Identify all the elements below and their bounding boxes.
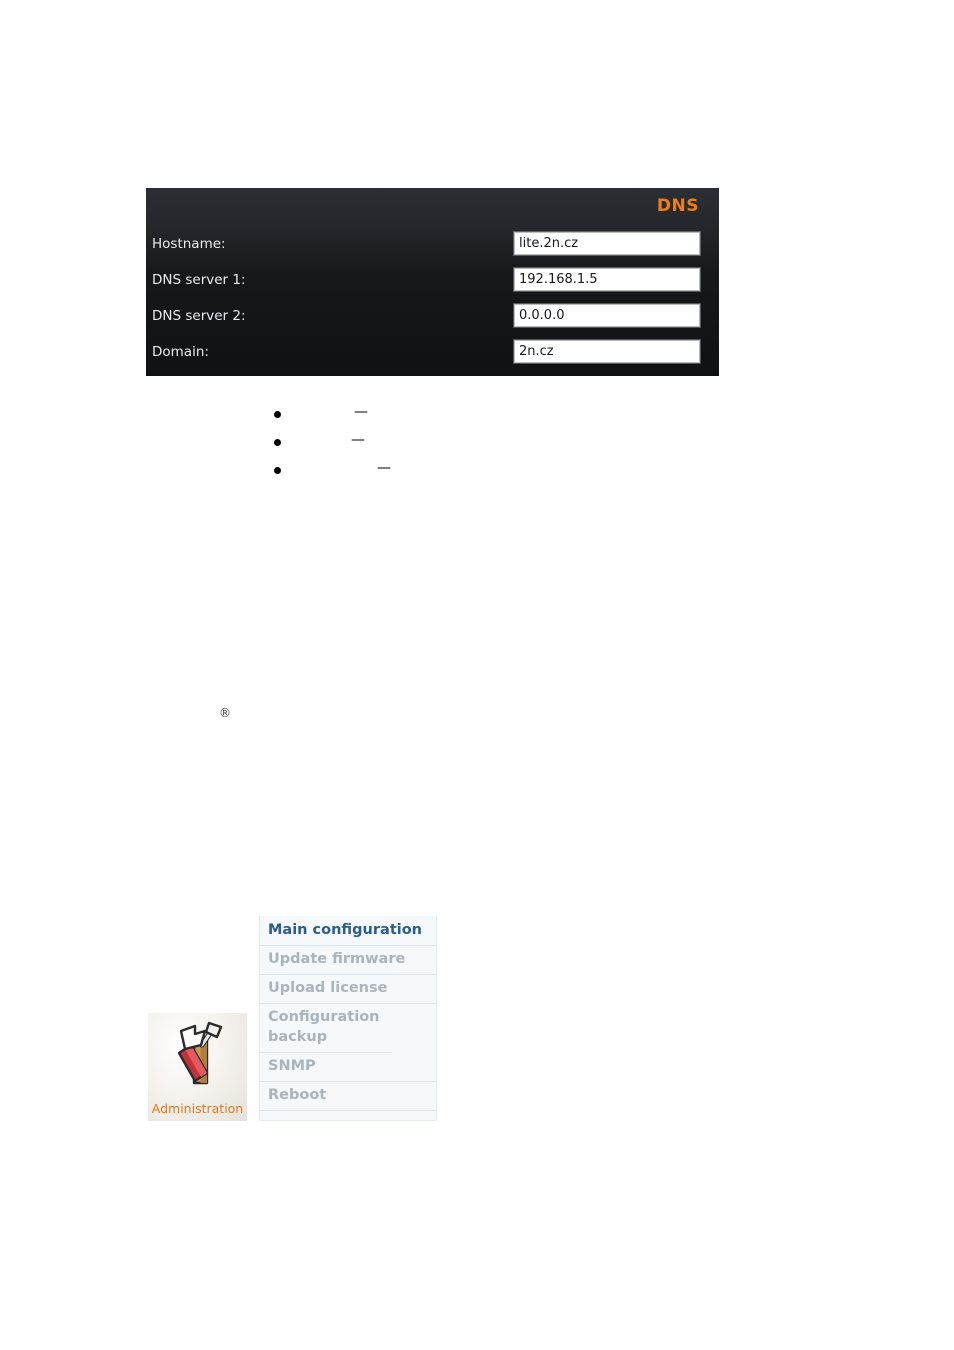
menu-item-upload-license[interactable]: Upload license — [260, 975, 436, 1005]
dns-row-dns-server-2: DNS server 2: 0.0.0.0 — [146, 302, 719, 338]
dns-server-1-input[interactable]: 192.168.1.5 — [514, 268, 700, 291]
dns-server-2-input[interactable]: 0.0.0.0 — [514, 304, 700, 327]
dns-row-hostname: Hostname: lite.2n.cz — [146, 230, 719, 266]
list-item-text: — — [354, 404, 368, 420]
bullet-dot-icon — [274, 411, 281, 418]
dns-panel-title: DNS — [656, 196, 699, 216]
domain-input[interactable]: 2n.cz — [514, 340, 700, 363]
menu-item-main-configuration[interactable]: Main configuration — [260, 916, 436, 947]
bullet-list: — — — — [258, 404, 658, 488]
hostname-input[interactable]: lite.2n.cz — [514, 232, 700, 255]
administration-menu-tail — [260, 1111, 436, 1121]
hostname-input-value: lite.2n.cz — [519, 236, 579, 251]
administration-icon-label: Administration — [151, 1101, 244, 1116]
domain-label: Domain: — [152, 344, 209, 360]
administration-icon-box: Administration — [148, 1013, 247, 1121]
administration-section: Administration Main configuration Update… — [148, 916, 438, 1128]
list-item: — — [258, 460, 658, 488]
dns-server-1-input-value: 192.168.1.5 — [519, 272, 598, 287]
dns-row-dns-server-1: DNS server 1: 192.168.1.5 — [146, 266, 719, 302]
dns-configuration-panel: DNS Hostname: lite.2n.cz DNS server 1: 1… — [146, 188, 719, 376]
menu-item-update-firmware[interactable]: Update firmware — [260, 946, 436, 976]
bullet-dot-icon — [274, 439, 281, 446]
menu-item-snmp[interactable]: SNMP — [260, 1053, 436, 1082]
registered-trademark-symbol: ® — [219, 706, 231, 720]
domain-input-value: 2n.cz — [519, 344, 554, 359]
dns-server-2-label: DNS server 2: — [152, 308, 246, 324]
dns-server-1-label: DNS server 1: — [152, 272, 246, 288]
list-item-text: — — [351, 432, 365, 448]
hostname-label: Hostname: — [152, 236, 226, 252]
menu-item-configuration-backup[interactable]: Configuration backup — [260, 1004, 392, 1053]
list-item: — — [258, 432, 658, 460]
dns-row-domain: Domain: 2n.cz — [146, 338, 719, 374]
list-item-text: — — [377, 460, 391, 476]
bullet-dot-icon — [274, 467, 281, 474]
menu-item-reboot[interactable]: Reboot — [260, 1082, 436, 1111]
dns-server-2-input-value: 0.0.0.0 — [519, 308, 565, 323]
administration-menu: Main configuration Update firmware Uploa… — [259, 916, 437, 1121]
screwdriver-and-chisel-icon — [177, 1021, 222, 1085]
list-item: — — [258, 404, 658, 432]
